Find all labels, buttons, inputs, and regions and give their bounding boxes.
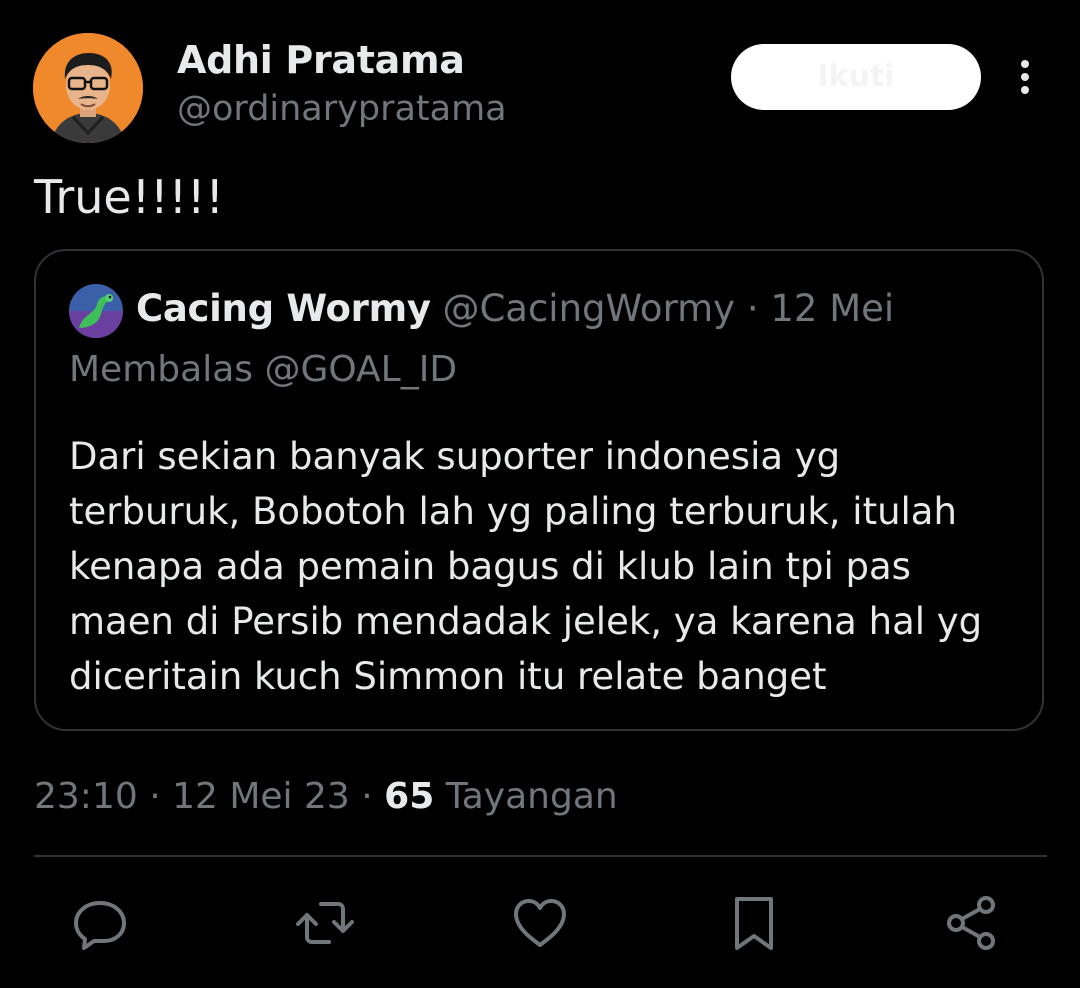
follow-button[interactable]: Ikuti [731, 44, 981, 110]
quoted-tweet-card[interactable]: Cacing Wormy @CacingWormy · 12 Mei Memba… [34, 249, 1044, 731]
quote-body-line: terburuk, Bobotoh lah yg paling terburuk… [69, 490, 957, 533]
quote-author-avatar[interactable] [69, 284, 123, 338]
quote-body-line: diceritain kuch Simmon itu relate banget [69, 655, 827, 698]
views-label: Tayangan [445, 776, 618, 817]
quote-body-line: kenapa ada pemain bagus di klub lain tpi… [69, 545, 911, 588]
tweet-timestamp[interactable]: 23:10 · 12 Mei 23 [34, 776, 350, 817]
quote-header: Cacing Wormy @CacingWormy · 12 Mei [136, 285, 894, 333]
bookmark-button[interactable] [726, 893, 786, 953]
author-avatar[interactable] [33, 33, 143, 143]
like-button[interactable] [510, 893, 570, 953]
quote-separator: · [735, 287, 771, 330]
quote-date[interactable]: 12 Mei [770, 287, 894, 330]
share-button[interactable] [942, 893, 1002, 953]
more-vertical-icon[interactable] [1008, 58, 1042, 98]
quote-reply-to: Membalas @GOAL_ID [69, 349, 458, 390]
divider [34, 855, 1047, 857]
author-handle[interactable]: @ordinarypratama [177, 89, 507, 129]
reply-button[interactable] [70, 893, 130, 953]
retweet-button[interactable] [295, 893, 355, 953]
quote-body-line: Dari sekian banyak suporter indonesia yg [69, 435, 841, 478]
like-icon [514, 899, 566, 947]
quote-body: Dari sekian banyak suporter indonesia yg… [69, 429, 1019, 704]
views-count: 65 [384, 776, 435, 817]
author-display-name[interactable]: Adhi Pratama [177, 38, 465, 82]
retweet-icon [296, 902, 354, 944]
quote-author-handle[interactable]: @CacingWormy [442, 287, 735, 330]
worm-avatar-icon [69, 284, 123, 338]
quote-body-line: maen di Persib mendadak jelek, ya karena… [69, 600, 983, 643]
reply-icon [74, 901, 126, 950]
quote-author-display-name[interactable]: Cacing Wormy [136, 287, 431, 330]
bookmark-icon [735, 897, 773, 950]
tweet-meta: 23:10 · 12 Mei 23 · 65 Tayangan [34, 776, 618, 817]
meta-separator: · [349, 776, 385, 817]
share-icon [947, 896, 995, 950]
tweet-text: True!!!!! [34, 170, 224, 224]
bitmoji-avatar-icon [33, 33, 143, 143]
